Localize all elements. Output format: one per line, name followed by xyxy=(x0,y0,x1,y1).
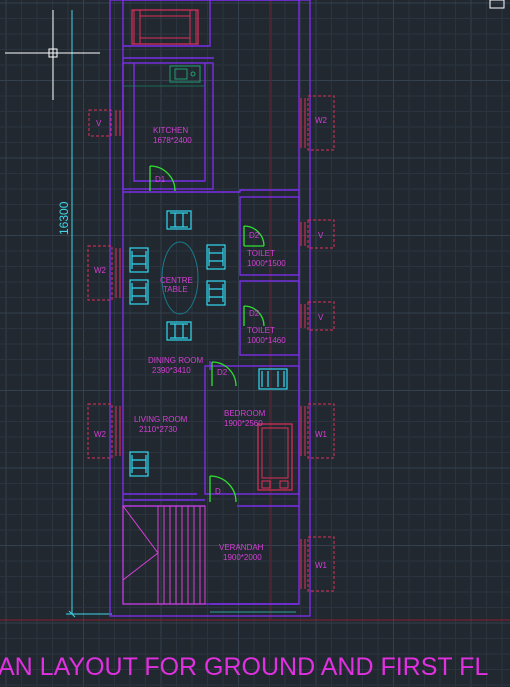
floor-plan-drawing: 16300 KITCHEN 1678*2400 TOILET 1000*1500… xyxy=(0,0,510,687)
chair-right-1 xyxy=(206,244,226,270)
toilet2-name: TOILET xyxy=(247,326,275,335)
tag-v-toilet1: V xyxy=(318,231,324,240)
outer-walls xyxy=(109,0,311,617)
tag-d2-bedroom: D2 xyxy=(217,368,228,377)
tag-w2-dining: W2 xyxy=(94,266,107,275)
dining-size: 2390*3410 xyxy=(152,366,191,375)
living-size: 2110*2730 xyxy=(139,425,178,434)
toilet2-size: 1000*1460 xyxy=(247,336,286,345)
kitchen-size: 1678*2400 xyxy=(153,136,192,145)
overall-dimension-label: 16300 xyxy=(57,201,71,235)
cad-canvas[interactable]: 16300 KITCHEN 1678*2400 TOILET 1000*1500… xyxy=(0,0,510,687)
tag-w1-verandah: W1 xyxy=(315,561,328,570)
tag-v-toilet2: V xyxy=(318,313,324,322)
chair-right-2 xyxy=(206,280,226,306)
bedroom-name: BEDROOM xyxy=(224,409,266,418)
toilet1-name: TOILET xyxy=(247,249,275,258)
room-partitions xyxy=(122,0,300,605)
tag-w2-top-right: W2 xyxy=(315,116,328,125)
tag-d2-toilet1: D2 xyxy=(249,231,260,240)
living-name: LIVING ROOM xyxy=(134,415,188,424)
toilet1-size: 1000*1500 xyxy=(247,259,286,268)
drawing-title: AN LAYOUT FOR GROUND AND FIRST FL xyxy=(0,653,488,681)
dining-name: DINING ROOM xyxy=(148,356,203,365)
tag-d1: D1 xyxy=(155,175,166,184)
bedroom-size: 1900*2560 xyxy=(224,419,263,428)
opening-tags: D1 D2 D2 D2 D V V V W2 W2 W2 W1 W1 xyxy=(94,116,328,570)
centre-table-line2: TABLE xyxy=(163,285,188,294)
chair-bottom xyxy=(166,321,192,341)
staircase xyxy=(122,505,296,613)
crosshair-cursor-icon xyxy=(5,10,100,100)
tag-d-bedroom: D xyxy=(215,487,221,496)
window-v-kitchen xyxy=(88,109,121,137)
tag-w2-living: W2 xyxy=(94,430,107,439)
top-fixture xyxy=(131,9,199,45)
verandah-size: 1900*2000 xyxy=(223,553,262,562)
tag-v-kitchen: V xyxy=(96,119,102,128)
chair-bedroom xyxy=(258,368,288,390)
kitchen-name: KITCHEN xyxy=(153,126,188,135)
verandah-name: VERANDAH xyxy=(219,543,264,552)
bedroom-bed xyxy=(257,423,293,491)
tag-d2-toilet2: D2 xyxy=(249,309,260,318)
centre-table-line1: CENTRE xyxy=(160,276,193,285)
kitchen-sink xyxy=(123,65,205,87)
tag-w1-bedroom: W1 xyxy=(315,430,328,439)
